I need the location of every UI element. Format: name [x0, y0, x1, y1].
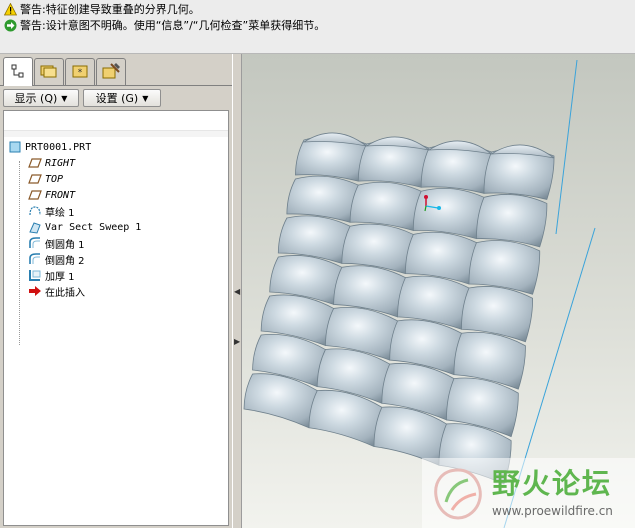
- tree-item-label: 倒圆角 1: [45, 239, 85, 251]
- watermark-logo: [434, 468, 482, 520]
- arrow-icon: [4, 19, 17, 32]
- chevron-down-icon: ▼: [142, 93, 149, 103]
- show-label: 显示 (Q): [14, 92, 58, 105]
- svg-text:*: *: [78, 68, 83, 78]
- panel-splitter[interactable]: ◀ ▶: [232, 54, 242, 528]
- tree-item-round-1[interactable]: 倒圆角 1: [28, 235, 85, 251]
- tab-divider: [0, 85, 232, 86]
- model-canvas[interactable]: [242, 54, 635, 528]
- tab-connections[interactable]: [96, 58, 126, 85]
- tree-item-label: FRONT: [45, 189, 76, 201]
- tree-item-sweep[interactable]: Var Sect Sweep 1: [28, 219, 141, 235]
- tab-folder-browser[interactable]: [34, 58, 64, 85]
- collapse-left-icon[interactable]: ◀: [234, 286, 240, 298]
- datum-plane-icon: [28, 188, 42, 202]
- favorites-icon: *: [71, 63, 89, 82]
- tree-item-label: 加厚 1: [45, 271, 75, 283]
- tree-item-label: RIGHT: [45, 157, 76, 169]
- pillow-cell: [476, 194, 548, 248]
- message-text-2: 警告:设计意图不明确。使用“信息”/“几何检查”菜单获得细节。: [20, 19, 326, 32]
- tree-item-round-2[interactable]: 倒圆角 2: [28, 251, 85, 267]
- insert-here-icon: [28, 284, 42, 298]
- datum-plane-icon: [28, 172, 42, 186]
- tree-connector-line: [19, 161, 20, 345]
- tree-item-label: TOP: [45, 173, 64, 185]
- watermark-url: www.proewildfire.cn: [492, 504, 613, 518]
- tree-item-right[interactable]: RIGHT: [28, 155, 75, 171]
- settings-label: 设置 (G): [95, 92, 139, 105]
- connections-icon: [101, 62, 121, 83]
- settings-dropdown[interactable]: 设置 (G) ▼: [83, 89, 161, 107]
- tree-root-label: PRT0001.PRT: [25, 141, 92, 153]
- expand-right-icon[interactable]: ▶: [234, 336, 240, 348]
- sketch-icon: [28, 204, 42, 218]
- tree-item-label: 倒圆角 2: [45, 255, 85, 267]
- chevron-down-icon: ▼: [61, 93, 68, 103]
- navigator-panel: * 显示 (Q) ▼ 设置 (G) ▼ PRT0001.PRT RIGHT TO…: [0, 54, 232, 528]
- tree-item-top[interactable]: TOP: [28, 171, 63, 187]
- warning-icon: [3, 2, 18, 16]
- tree-item-sketch[interactable]: 草绘 1: [28, 203, 75, 219]
- message-line-1: 警告:特征创建导致重叠的分界几何。: [3, 1, 200, 17]
- graphics-viewport[interactable]: [242, 54, 635, 528]
- tree-item-label: 草绘 1: [45, 207, 75, 219]
- model-tree: PRT0001.PRT RIGHT TOP FRONT 草绘 1 Var Sec…: [3, 110, 229, 526]
- message-text-1: 警告:特征创建导致重叠的分界几何。: [20, 3, 200, 16]
- tree-item-thicken[interactable]: 加厚 1: [28, 267, 75, 283]
- tree-item-insert-here[interactable]: 在此插入: [28, 283, 85, 299]
- message-area: 警告:特征创建导致重叠的分界几何。 警告:设计意图不明确。使用“信息”/“几何检…: [0, 0, 635, 54]
- watermark-title: 野火论坛: [492, 467, 613, 500]
- show-dropdown[interactable]: 显示 (Q) ▼: [3, 89, 79, 107]
- tree-item-front[interactable]: FRONT: [28, 187, 75, 203]
- tab-favorites[interactable]: *: [65, 58, 95, 85]
- message-line-2: 警告:设计意图不明确。使用“信息”/“几何检查”菜单获得细节。: [4, 17, 325, 33]
- datum-plane-icon: [28, 156, 42, 170]
- tree-header-strip: [4, 131, 228, 137]
- folder-icon: [40, 63, 58, 82]
- thicken-icon: [28, 268, 42, 282]
- tree-item-label: Var Sect Sweep 1: [45, 221, 142, 233]
- tree-header: [4, 111, 228, 131]
- round-icon: [28, 236, 42, 250]
- tree-item-label: 在此插入: [45, 287, 85, 299]
- tab-model-tree[interactable]: [3, 57, 33, 86]
- tree-root[interactable]: PRT0001.PRT: [8, 139, 91, 155]
- model-tree-icon: [10, 63, 26, 82]
- round-icon: [28, 252, 42, 266]
- part-icon: [8, 140, 22, 154]
- sweep-icon: [28, 220, 42, 234]
- watermark: 野火论坛 www.proewildfire.cn: [422, 458, 635, 528]
